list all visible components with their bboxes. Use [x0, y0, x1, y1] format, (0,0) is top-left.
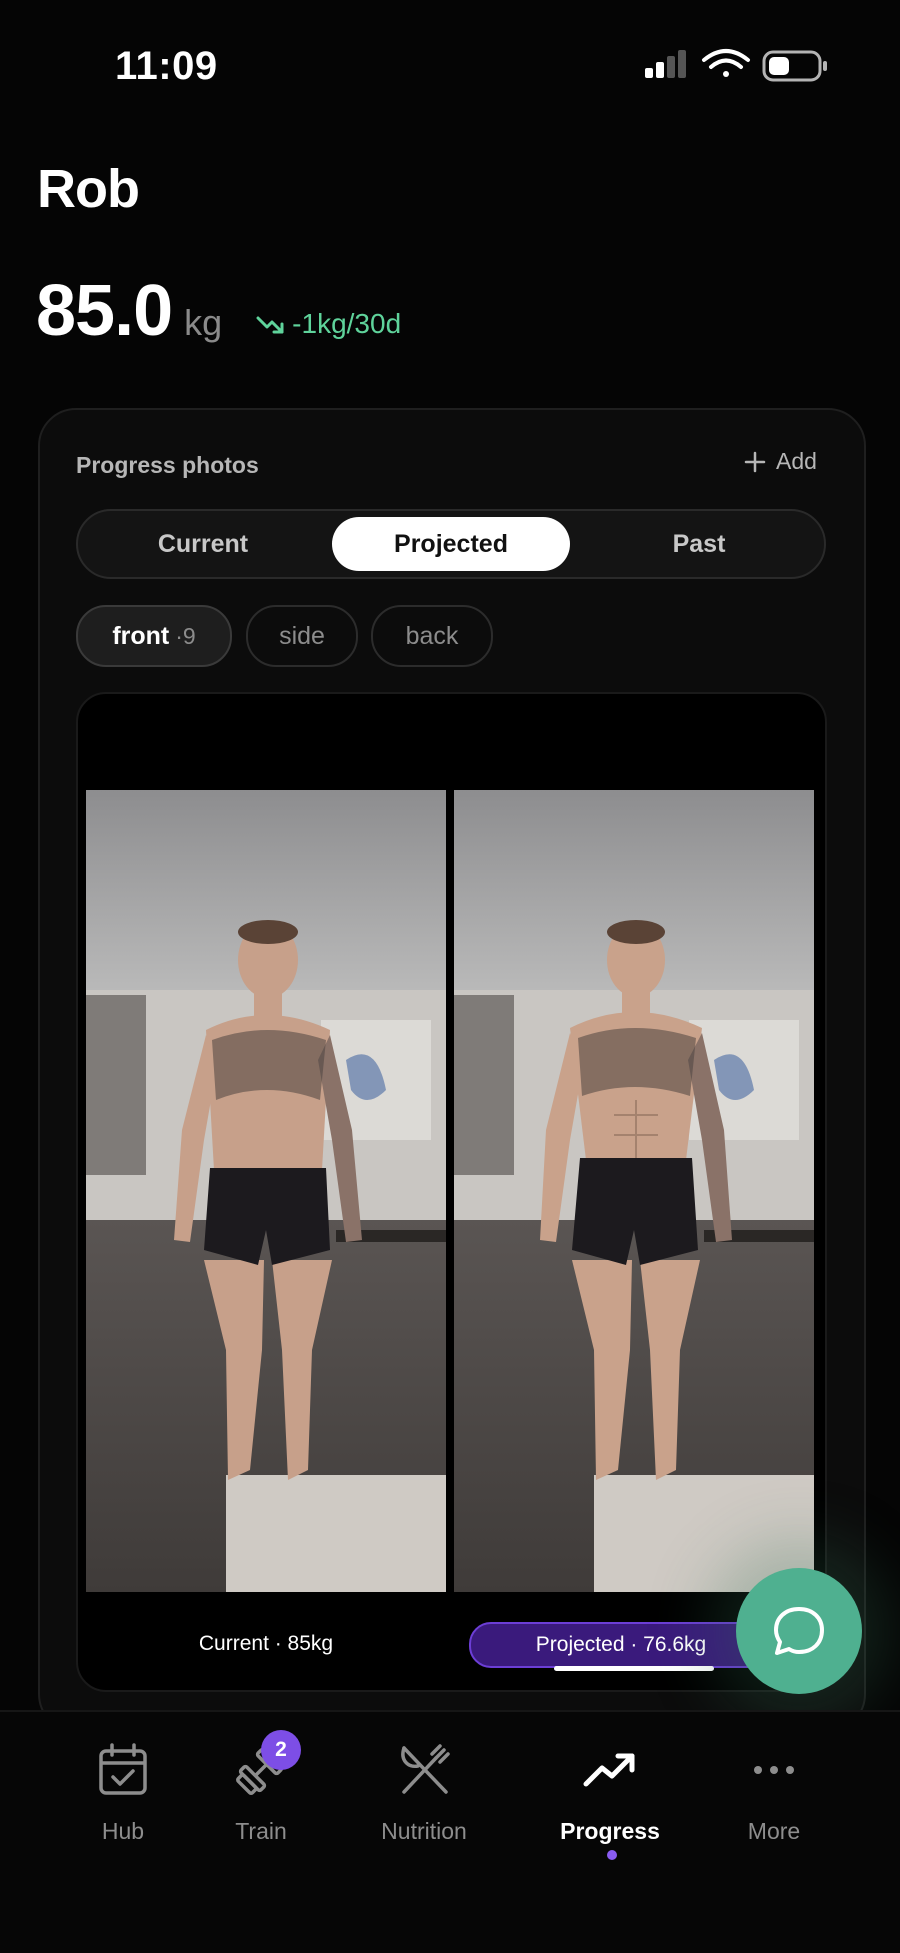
- active-tab-indicator: [607, 1850, 617, 1860]
- current-body-photo[interactable]: [86, 790, 446, 1592]
- nav-progress[interactable]: Progress: [535, 1740, 685, 1845]
- plus-icon: [744, 451, 766, 472]
- photo-mode-segmented-control: Current Projected Past: [76, 509, 826, 579]
- view-chip-back[interactable]: back: [371, 605, 493, 667]
- nav-label-nutrition: Nutrition: [381, 1818, 467, 1844]
- trending-up-icon: [583, 1753, 635, 1787]
- calendar-check-icon: [99, 1743, 147, 1795]
- weight-summary: 85.0 kg -1kg/30d: [36, 270, 401, 351]
- tab-past[interactable]: Past: [576, 511, 822, 577]
- nav-nutrition[interactable]: Nutrition: [349, 1740, 499, 1845]
- profile-name: Rob: [37, 159, 140, 219]
- add-label: Add: [776, 448, 817, 474]
- chip-count: ·9: [175, 622, 196, 649]
- train-notification-badge: 2: [261, 1730, 301, 1770]
- tab-projected[interactable]: Projected: [332, 517, 570, 571]
- projected-photo-panel: [454, 702, 814, 1678]
- more-dots-icon: [754, 1766, 794, 1774]
- tab-current[interactable]: Current: [80, 511, 326, 577]
- nav-label-hub: Hub: [101, 1818, 145, 1844]
- wifi-icon: [702, 49, 750, 77]
- current-caption: Current · 85kg: [198, 1632, 334, 1655]
- add-photo-button[interactable]: Add: [744, 448, 817, 475]
- status-icons: [645, 49, 827, 82]
- nav-hub[interactable]: Hub: [48, 1740, 198, 1845]
- card-title: Progress photos: [76, 452, 259, 478]
- chat-bubble-icon: [774, 1607, 824, 1655]
- weight-trend: -1kg/30d: [256, 308, 401, 340]
- projected-body-photo[interactable]: [454, 790, 814, 1592]
- view-chip-side[interactable]: side: [246, 605, 358, 667]
- photo-scroll-indicator: [554, 1666, 714, 1671]
- weight-value: 85.0: [36, 271, 173, 351]
- battery-icon: [762, 50, 827, 82]
- signal-icon: [645, 50, 686, 78]
- trend-down-icon: [256, 316, 284, 334]
- chat-button[interactable]: [736, 1568, 862, 1694]
- projected-caption-pill: Projected · 76.6kg: [469, 1622, 773, 1668]
- trend-text: -1kg/30d: [292, 308, 402, 339]
- nav-label-progress: Progress: [560, 1818, 660, 1844]
- fork-knife-icon: [401, 1744, 450, 1794]
- weight-unit: kg: [184, 302, 223, 343]
- nav-label-train: Train: [235, 1818, 287, 1844]
- nav-label-more: More: [747, 1818, 801, 1844]
- chip-label: front: [112, 621, 170, 650]
- nav-more[interactable]: More: [699, 1740, 849, 1845]
- status-time: 11:09: [115, 44, 218, 88]
- current-photo-panel: Current · 85kg: [86, 702, 446, 1678]
- view-chip-front[interactable]: front ·9: [76, 605, 232, 667]
